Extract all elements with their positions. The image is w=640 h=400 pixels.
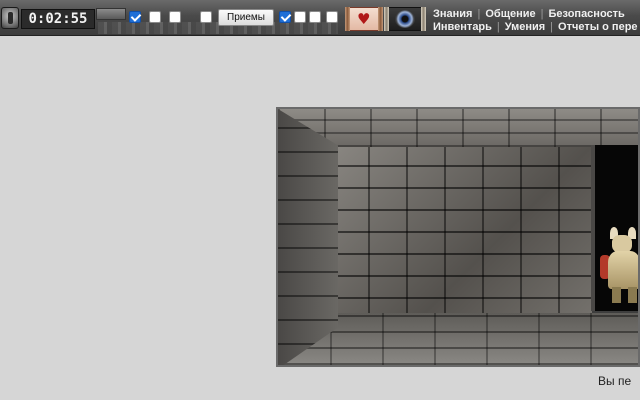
scroll-roll-left <box>384 7 389 31</box>
dungeon-ceiling <box>278 109 638 147</box>
monster-leg <box>612 287 621 303</box>
monster-body <box>608 251 638 289</box>
menu-item-otchety[interactable]: Отчеты о пере <box>553 21 640 33</box>
status-message: Вы пе <box>598 374 632 388</box>
dungeon-view[interactable] <box>276 107 640 367</box>
scroll-roll-right <box>378 7 383 31</box>
monster-sprite[interactable] <box>600 227 638 303</box>
eye-icon <box>395 10 415 28</box>
eye-scroll-button[interactable] <box>384 7 426 31</box>
menu-item-bezopasnost[interactable]: Безопасность <box>543 8 629 20</box>
scroll-roll-left <box>345 7 350 31</box>
dungeon-back-wall <box>330 145 592 321</box>
option-checkbox-5[interactable] <box>279 11 291 23</box>
scroll-roll-right <box>421 7 426 31</box>
top-toolbar: 0:02:55 Приемы ♥ Знания | Общение | Безопасн… <box>0 0 640 36</box>
dungeon-left-wall <box>278 109 338 365</box>
monster-leg <box>628 287 637 303</box>
toolbar-ornament <box>96 8 126 20</box>
option-checkbox-4[interactable] <box>200 11 212 23</box>
menu-item-obshchenie[interactable]: Общение <box>480 8 540 20</box>
session-timer: 0:02:55 <box>21 9 95 29</box>
menu-row-primary: Знания | Общение | Безопасность <box>428 8 630 20</box>
priemy-button[interactable]: Приемы <box>218 9 274 26</box>
menu-item-znaniya[interactable]: Знания <box>428 8 477 20</box>
character-badge-icon[interactable] <box>1 7 19 29</box>
menu-row-secondary: Инвентарь | Умения | Отчеты о пере <box>428 21 640 33</box>
menu-item-inventar[interactable]: Инвентарь <box>428 21 497 33</box>
heart-icon: ♥ <box>357 10 371 28</box>
game-page: 0:02:55 Приемы ♥ Знания | Общение | Безопасн… <box>0 0 640 400</box>
menu-item-umeniya[interactable]: Умения <box>500 21 550 33</box>
option-checkbox-6[interactable] <box>294 11 306 23</box>
heart-scroll-button[interactable]: ♥ <box>345 7 383 31</box>
option-checkbox-1[interactable] <box>129 11 141 23</box>
option-checkbox-3[interactable] <box>169 11 181 23</box>
option-checkbox-2[interactable] <box>149 11 161 23</box>
option-checkbox-8[interactable] <box>326 11 338 23</box>
option-checkbox-7[interactable] <box>309 11 321 23</box>
